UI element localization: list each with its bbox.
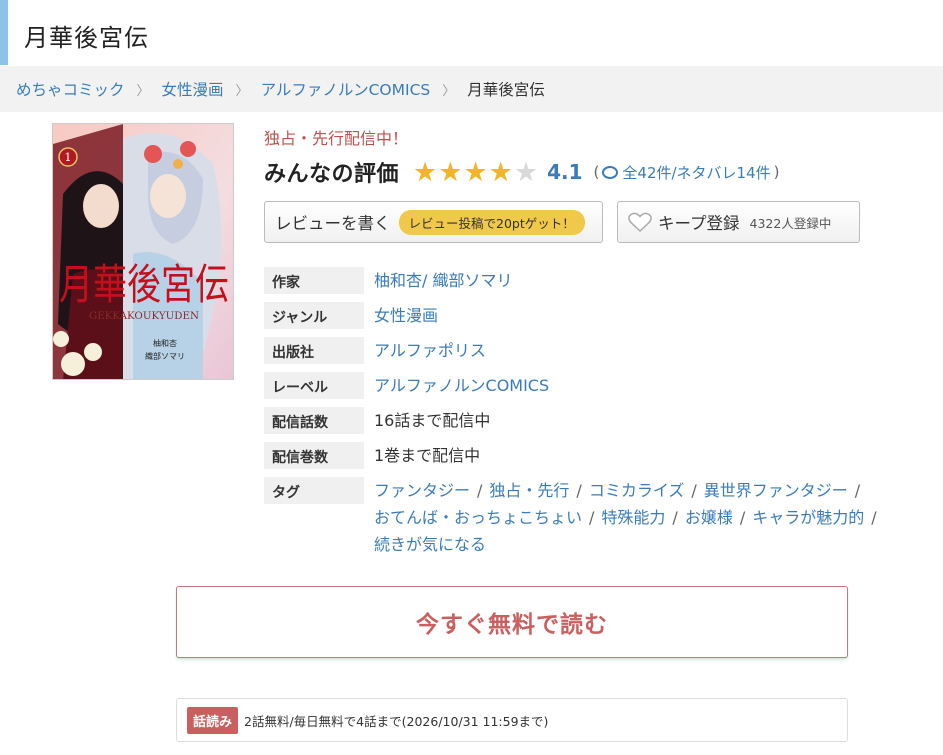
breadcrumb-current: 月華後宮伝 (467, 81, 545, 99)
svg-text:織部ソマリ: 織部ソマリ (145, 351, 185, 361)
info-label-author: 作家 (264, 267, 364, 294)
info-row-volumes: 配信巻数 1巻まで配信中 (264, 442, 904, 469)
free-info-text: 2話無料/毎日無料で4話まで(2026/10/31 11:59まで) (244, 713, 549, 729)
star-icon: ★ (413, 156, 438, 188)
tag-link[interactable]: 独占・先行 (489, 481, 569, 500)
open-paren: ( (593, 163, 600, 181)
tag-link[interactable]: おてんば・おっちょこちょい (374, 508, 582, 527)
tag-link[interactable]: お嬢様 (685, 508, 733, 527)
info-row-genre: ジャンル 女性漫画 (264, 302, 904, 329)
chevron-right-icon: 〉 (442, 83, 456, 99)
author-link[interactable]: 柚和杏/ 織部ソマリ (374, 267, 512, 294)
cover-illustration: 1 月華後宮伝 GEKKAKOUKYUDEN 柚和杏 織部ソマリ (53, 124, 233, 379)
page-title: 月華後宮伝 (24, 24, 149, 52)
breadcrumb: めちゃコミック 〉 女性漫画 〉 アルファノルンCOMICS 〉 月華後宮伝 (0, 66, 943, 112)
heart-icon (628, 212, 652, 232)
chevron-right-icon: 〉 (235, 83, 249, 99)
star-icon: ★ (488, 156, 513, 188)
rating-label: みんなの評価 (264, 162, 400, 187)
review-promo-badge: レビュー投稿で20ptゲット！ (398, 209, 585, 235)
keep-register-label: キープ登録 (658, 214, 740, 233)
breadcrumb-link-genre[interactable]: 女性漫画 (162, 78, 224, 100)
info-label-publisher: 出版社 (264, 337, 364, 364)
speech-bubble-icon (602, 165, 619, 179)
chevron-right-icon: 〉 (136, 83, 150, 99)
info-table: 作家 柚和杏/ 織部ソマリ ジャンル 女性漫画 出版社 アルファポリス レーベル… (264, 267, 904, 566)
info-label-label: レーベル (264, 372, 364, 399)
free-read-badge: 話読み (187, 706, 239, 734)
keep-count: 4322人登録中 (749, 215, 832, 231)
exclusive-badge-text: 独占・先行配信中！ (264, 129, 409, 148)
breadcrumb-link-home[interactable]: めちゃコミック (16, 78, 125, 100)
info-row-tags: タグ ファンタジー / 独占・先行 / コミカライズ / 異世界ファンタジー / おてんば・お… (264, 477, 904, 558)
genre-link[interactable]: 女性漫画 (374, 302, 438, 329)
star-icon: ★ (463, 156, 488, 188)
tag-link[interactable]: ファンタジー (374, 481, 470, 500)
publisher-link[interactable]: アルファポリス (374, 337, 486, 364)
info-label-genre: ジャンル (264, 302, 364, 329)
svg-text:柚和杏: 柚和杏 (153, 338, 177, 348)
info-label-volumes: 配信巻数 (264, 442, 364, 469)
tag-link[interactable]: 特殊能力 (601, 508, 665, 527)
breadcrumb-link-label[interactable]: アルファノルンCOMICS (261, 78, 431, 100)
read-free-now-label: 今すぐ無料で読む (416, 612, 608, 638)
volumes-value: 1巻まで配信中 (374, 446, 481, 465)
tag-link[interactable]: キャラが魅力的 (752, 508, 864, 527)
write-review-label: レビューを書く (275, 214, 391, 233)
svg-text:GEKKAKOUKYUDEN: GEKKAKOUKYUDEN (89, 311, 199, 322)
info-row-author: 作家 柚和杏/ 織部ソマリ (264, 267, 904, 294)
tag-list: ファンタジー / 独占・先行 / コミカライズ / 異世界ファンタジー / おてんば・おっちょ… (374, 481, 877, 554)
write-review-button[interactable]: レビューを書く レビュー投稿で20ptゲット！ (264, 201, 603, 243)
tag-link[interactable]: コミカライズ (589, 481, 685, 500)
star-rating: ★ ★ ★ ★ ★ (413, 159, 539, 186)
title-bar: 月華後宮伝 (0, 0, 943, 65)
star-empty-icon: ★ (513, 156, 539, 188)
review-count-link[interactable]: ( 全42件/ネタバレ14件 ) (591, 162, 783, 183)
tag-link[interactable]: 異世界ファンタジー (704, 481, 848, 500)
close-paren: ) (773, 163, 780, 181)
read-free-now-button[interactable]: 今すぐ無料で読む (176, 586, 848, 658)
episodes-value: 16話まで配信中 (374, 411, 491, 430)
label-link[interactable]: アルファノルンCOMICS (374, 372, 549, 399)
info-row-publisher: 出版社 アルファポリス (264, 337, 904, 364)
keep-register-button[interactable]: キープ登録 4322人登録中 (617, 201, 860, 243)
svg-text:月華後宮伝: 月華後宮伝 (59, 260, 229, 309)
star-icon: ★ (438, 156, 463, 188)
review-count-text: 全42件/ネタバレ14件 (622, 163, 771, 182)
rating-row: みんなの評価 ★ ★ ★ ★ ★ 4.1 ( 全42件/ネタバレ14件 ) (264, 156, 783, 188)
info-row-episodes: 配信話数 16話まで配信中 (264, 407, 904, 434)
cover-image[interactable]: 1 月華後宮伝 GEKKAKOUKYUDEN 柚和杏 織部ソマリ (52, 123, 234, 380)
svg-text:1: 1 (65, 151, 72, 164)
rating-score: 4.1 (547, 160, 583, 184)
free-info-box: 話読み 2話無料/毎日無料で4話まで(2026/10/31 11:59まで) (176, 698, 848, 742)
info-label-tags: タグ (264, 477, 364, 504)
tag-link[interactable]: 続きが気になる (374, 535, 486, 554)
info-row-label: レーベル アルファノルンCOMICS (264, 372, 904, 399)
info-label-episodes: 配信話数 (264, 407, 364, 434)
